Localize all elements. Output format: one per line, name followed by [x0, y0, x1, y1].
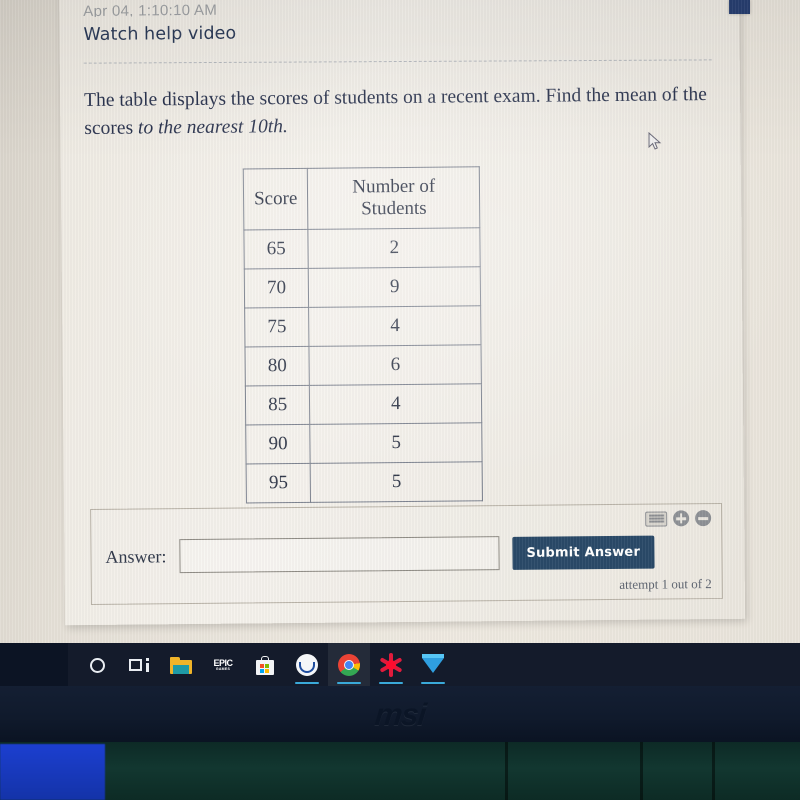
- cortana-search-icon: [89, 657, 105, 673]
- table-header-row: Score Number of Students: [243, 167, 481, 231]
- file-explorer-icon: [170, 656, 192, 674]
- taskbar-running-indicator: [337, 682, 361, 684]
- taskbar-running-indicator: [421, 682, 445, 684]
- submit-answer-button[interactable]: Submit Answer: [512, 535, 655, 570]
- answer-label: Answer:: [105, 545, 167, 567]
- score-table: Score Number of Students 65 2 70 9 75 4 80 6 85 4…: [243, 167, 483, 504]
- table-row: 80 6: [244, 345, 482, 387]
- microsoft-store-icon: [256, 655, 274, 675]
- table-cell-score: 75: [244, 307, 310, 348]
- google-chrome-icon: [338, 654, 360, 676]
- table-header-number-of-students: Number of Students: [307, 167, 481, 230]
- table-cell-count: 5: [309, 423, 483, 464]
- laptop-bezel: msi: [0, 686, 800, 744]
- question-card: Apr 04, 1:10:10 AM Watch help video The …: [58, 0, 746, 626]
- taskbar-item-red-star-app[interactable]: [370, 643, 412, 687]
- laptop-screen: Apr 04, 1:10:10 AM Watch help video The …: [0, 0, 800, 643]
- keyboard-icon[interactable]: [645, 510, 668, 527]
- table-cell-score: 90: [245, 424, 311, 465]
- watch-help-video-link[interactable]: Watch help video: [83, 19, 711, 45]
- table-cell-score: 65: [243, 229, 309, 270]
- msi-brand-logo: msi: [372, 697, 428, 732]
- section-divider: [83, 59, 712, 64]
- taskbar-running-indicator: [379, 682, 403, 684]
- table-cell-count: 9: [308, 267, 481, 308]
- laptop-photo: Apr 04, 1:10:10 AM Watch help video The …: [0, 0, 800, 800]
- taskbar-item-task-view[interactable]: [118, 643, 160, 687]
- table-row: 95 5: [246, 462, 483, 504]
- table-row: 70 9: [244, 267, 481, 309]
- table-cell-score: 70: [244, 268, 309, 309]
- table-cell-score: 80: [244, 346, 310, 387]
- table-cell-count: 4: [309, 384, 482, 425]
- answer-row: Answer: Submit Answer: [105, 535, 655, 574]
- epic-games-icon: EPIC GAMES: [212, 658, 234, 672]
- zoom-out-icon[interactable]: [695, 510, 712, 527]
- table-cell-count: 2: [308, 228, 481, 269]
- table-row: 90 5: [245, 423, 483, 465]
- score-table-wrapper: Score Number of Students 65 2 70 9 75 4 80 6 85 4…: [243, 164, 716, 504]
- answer-input[interactable]: [179, 536, 500, 574]
- taskbar-item-microsoft-store[interactable]: [244, 643, 286, 687]
- table-header-score: Score: [243, 168, 309, 231]
- answer-panel: Answer: Submit Answer attempt 1 out of 2: [90, 502, 723, 606]
- epic-games-line2: GAMES: [215, 666, 231, 671]
- table-cell-score: 85: [245, 385, 310, 426]
- taskbar-running-indicator: [295, 682, 319, 684]
- taskbar-item-cortana[interactable]: [76, 643, 118, 687]
- desk-surface: [0, 742, 800, 800]
- taskbar-item-google-chrome[interactable]: [328, 643, 370, 687]
- blue-diamond-icon: [422, 653, 444, 673]
- taskbar-item-epic-games[interactable]: EPIC GAMES: [202, 643, 244, 687]
- timestamp-text: Apr 04, 1:10:10 AM: [83, 1, 218, 18]
- question-text: The table displays the scores of student…: [84, 81, 713, 142]
- windows-taskbar: EPIC GAMES: [68, 643, 800, 687]
- table-row: 65 2: [243, 228, 481, 270]
- attempt-counter: attempt 1 out of 2: [619, 576, 712, 592]
- taskbar-item-blue-diamond-app[interactable]: [412, 643, 454, 687]
- task-view-icon: [129, 658, 149, 672]
- zoom-in-icon[interactable]: [673, 510, 690, 527]
- blue-smile-app-icon: [296, 654, 318, 676]
- red-star-app-icon: [379, 653, 403, 677]
- partial-navy-chip[interactable]: [729, 0, 750, 14]
- score-table-body: 65 2 70 9 75 4 80 6 85 4 90 5 95 5: [243, 228, 483, 504]
- table-cell-count: 4: [308, 306, 482, 347]
- table-cell-score: 95: [246, 463, 311, 504]
- taskbar-item-file-explorer[interactable]: [160, 643, 202, 687]
- answer-toolbar: [645, 510, 712, 527]
- table-cell-count: 5: [310, 462, 483, 503]
- taskbar-item-blue-smile-app[interactable]: [286, 643, 328, 687]
- table-cell-count: 6: [309, 345, 482, 386]
- table-row: 75 4: [244, 306, 482, 348]
- desk-blue-object: [0, 744, 105, 800]
- table-row: 85 4: [245, 384, 482, 426]
- question-text-emphasis: to the nearest 10th.: [137, 115, 288, 139]
